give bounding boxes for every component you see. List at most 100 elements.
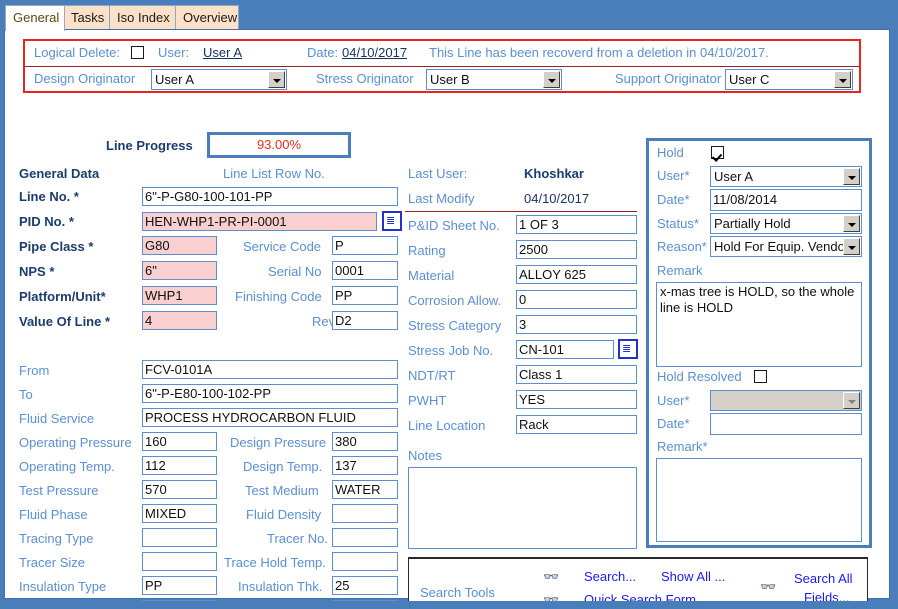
- list-icon: ≣: [386, 215, 396, 227]
- show-all-link[interactable]: Show All ...: [661, 569, 725, 584]
- corrosion-allow-input[interactable]: 0: [516, 290, 637, 309]
- hold-resolved-remark-textarea[interactable]: [656, 458, 862, 542]
- stress-job-no-picker-button[interactable]: ≣: [618, 339, 638, 359]
- hold-user-label: User*: [657, 168, 690, 183]
- chevron-down-icon[interactable]: [843, 238, 860, 255]
- to-label: To: [19, 387, 33, 402]
- tab-general[interactable]: General: [5, 5, 65, 31]
- stress-originator-label: Stress Originator: [316, 71, 414, 86]
- to-input[interactable]: 6"-P-E80-100-102-PP: [142, 384, 398, 403]
- rating-input[interactable]: 2500: [516, 240, 637, 259]
- stress-category-input[interactable]: 3: [516, 315, 637, 334]
- chevron-down-icon[interactable]: [843, 392, 860, 409]
- logical-delete-banner: Logical Delete: User: User A Date: 04/10…: [23, 39, 861, 93]
- hold-resolved-checkbox[interactable]: [754, 370, 767, 383]
- hold-status-combo[interactable]: Partially Hold: [710, 213, 862, 234]
- pwht-input[interactable]: YES: [516, 390, 637, 409]
- tab-overview[interactable]: Overview: [175, 5, 239, 30]
- last-user-label: Last User:: [408, 166, 468, 181]
- binoculars-icon: 👓: [543, 569, 559, 584]
- hold-remark-label: Remark: [657, 263, 703, 278]
- from-input[interactable]: FCV-0101A: [142, 360, 398, 379]
- fluid-service-input[interactable]: PROCESS HYDROCARBON FLUID: [142, 408, 398, 427]
- support-originator-combo[interactable]: User C: [725, 69, 853, 90]
- design-temp-input[interactable]: 137: [332, 456, 398, 475]
- from-label: From: [19, 363, 50, 378]
- test-pressure-input[interactable]: 570: [142, 480, 217, 499]
- search-link[interactable]: Search...: [584, 569, 636, 584]
- chevron-down-icon[interactable]: [843, 215, 860, 232]
- pipe-class-input[interactable]: G80: [142, 236, 217, 255]
- mid-column-divider: [405, 211, 637, 212]
- value-of-line-label: Value Of Line *: [19, 314, 111, 329]
- window-bottom-strip: [0, 601, 898, 609]
- corrosion-allow-label: Corrosion Allow.: [408, 293, 502, 308]
- ndt-rt-input[interactable]: Class 1: [516, 365, 637, 384]
- pid-no-picker-button[interactable]: ≣: [382, 211, 402, 231]
- value-of-line-input[interactable]: 4: [142, 311, 217, 330]
- material-input[interactable]: ALLOY 625: [516, 265, 637, 284]
- pid-sheet-no-label: P&ID Sheet No.: [408, 218, 500, 233]
- value-of-line-value: 4: [145, 313, 153, 328]
- rev-input[interactable]: D2: [332, 311, 398, 330]
- hold-resolved-user-combo[interactable]: [710, 390, 862, 411]
- search-all-fields-link-line1[interactable]: Search All: [794, 571, 853, 586]
- hold-reason-combo[interactable]: Hold For Equip. Vendor: [710, 236, 862, 257]
- line-no-input[interactable]: 6"-P-G80-100-101-PP: [142, 187, 398, 206]
- hold-date-input[interactable]: 11/08/2014: [710, 189, 862, 211]
- service-code-input[interactable]: P: [332, 236, 398, 255]
- design-pressure-label: Design Pressure: [230, 435, 327, 450]
- tracing-type-input[interactable]: [142, 528, 217, 547]
- stress-job-no-input[interactable]: CN-101: [516, 340, 614, 359]
- design-originator-combo[interactable]: User A: [151, 69, 287, 90]
- hold-user-combo[interactable]: User A: [710, 166, 862, 187]
- tracer-no-input[interactable]: [332, 528, 398, 547]
- tab-iso-index[interactable]: Iso Index: [109, 5, 177, 30]
- stress-category-label: Stress Category: [408, 318, 502, 333]
- chevron-down-icon[interactable]: [834, 71, 851, 88]
- chevron-down-icon[interactable]: [543, 71, 560, 88]
- test-medium-input[interactable]: WATER: [332, 480, 398, 499]
- serial-no-input[interactable]: 0001: [332, 261, 398, 280]
- trace-hold-temp-input[interactable]: [332, 552, 398, 571]
- nps-value: 6": [145, 263, 157, 278]
- hold-date-value: 11/08/2014: [713, 192, 778, 207]
- design-temp-value: 137: [335, 458, 357, 473]
- test-medium-value: WATER: [335, 482, 381, 497]
- nps-input[interactable]: 6": [142, 261, 217, 280]
- pid-sheet-no-input[interactable]: 1 OF 3: [516, 215, 637, 234]
- pid-no-input[interactable]: HEN-WHP1-PR-PI-0001: [142, 212, 377, 231]
- hold-resolved-date-input[interactable]: [710, 413, 862, 435]
- fluid-phase-input[interactable]: MIXED: [142, 504, 217, 523]
- finishing-code-label: Finishing Code: [235, 289, 322, 304]
- chevron-down-icon[interactable]: [268, 71, 285, 88]
- notes-textarea[interactable]: [408, 467, 637, 549]
- insulation-type-input[interactable]: PP: [142, 576, 217, 595]
- platform-unit-input[interactable]: WHP1: [142, 286, 217, 305]
- pwht-value: YES: [519, 392, 546, 407]
- hold-remark-textarea[interactable]: x-mas tree is HOLD, so the whole line is…: [656, 282, 862, 367]
- line-location-input[interactable]: Rack: [516, 415, 637, 434]
- operating-temp-input[interactable]: 112: [142, 456, 217, 475]
- tab-iso-index-label: Iso Index: [117, 10, 170, 25]
- design-pressure-input[interactable]: 380: [332, 432, 398, 451]
- insulation-thk-input[interactable]: 25: [332, 576, 398, 595]
- hold-date-label: Date*: [657, 192, 690, 207]
- hold-status-label: Status*: [657, 216, 699, 231]
- hold-checkbox[interactable]: [711, 146, 724, 159]
- chevron-down-icon[interactable]: [843, 168, 860, 185]
- operating-pressure-value: 160: [145, 434, 167, 449]
- fluid-density-label: Fluid Density: [246, 507, 322, 522]
- logical-delete-checkbox[interactable]: [131, 46, 144, 59]
- fluid-density-input[interactable]: [332, 504, 398, 523]
- operating-pressure-input[interactable]: 160: [142, 432, 217, 451]
- test-pressure-label: Test Pressure: [19, 483, 99, 498]
- tracer-size-input[interactable]: [142, 552, 217, 571]
- support-originator-label: Support Originator: [615, 71, 722, 86]
- finishing-code-input[interactable]: PP: [332, 286, 398, 305]
- tab-tasks[interactable]: Tasks: [63, 5, 111, 30]
- from-value: FCV-0101A: [145, 362, 213, 377]
- service-code-value: P: [335, 238, 344, 253]
- stress-originator-combo[interactable]: User B: [426, 69, 562, 90]
- notes-label: Notes: [408, 448, 442, 463]
